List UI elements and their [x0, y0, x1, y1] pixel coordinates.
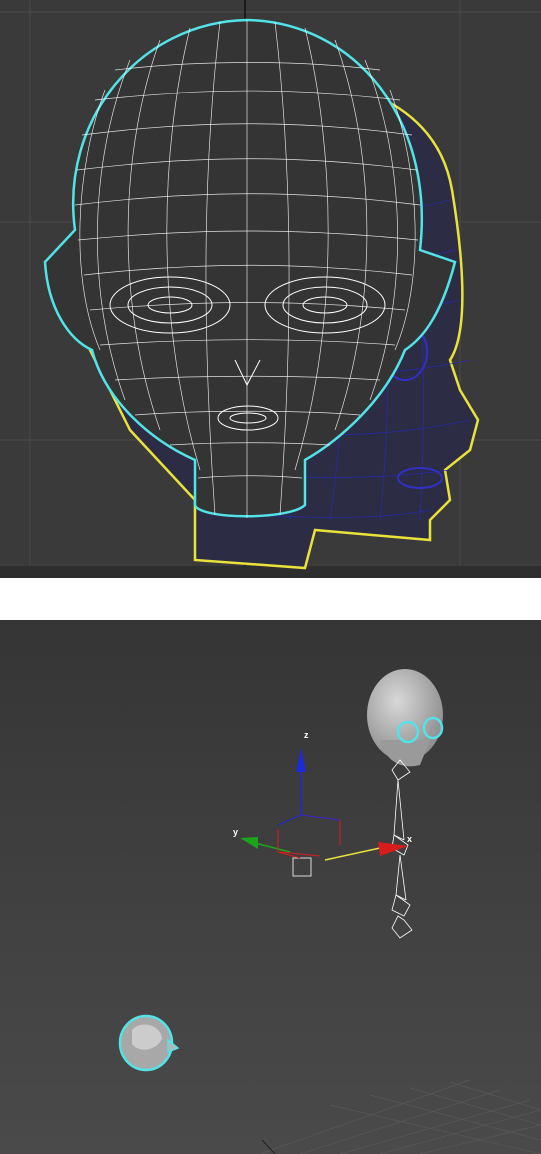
gizmo-x-arrow[interactable]	[378, 842, 408, 856]
shaded-head-model[interactable]	[367, 669, 444, 767]
small-head-object[interactable]	[118, 1014, 180, 1072]
gizmo-z-label: z	[304, 730, 309, 740]
front-wireframe-viewport[interactable]	[0, 0, 541, 578]
gizmo-center-box[interactable]	[292, 857, 312, 877]
ground-grid	[259, 1079, 541, 1154]
perspective-viewport[interactable]: z y x	[0, 620, 541, 1154]
viewport-bottom-bar	[0, 566, 541, 578]
gizmo-y-label: y	[233, 827, 238, 837]
perspective-viewport-canvas[interactable]: z y x	[0, 620, 541, 1154]
gizmo-z-arrow[interactable]	[296, 748, 306, 772]
gizmo-y-arrow[interactable]	[240, 837, 258, 849]
front-viewport-canvas[interactable]	[0, 0, 541, 578]
gizmo-x-label: x	[407, 834, 412, 844]
